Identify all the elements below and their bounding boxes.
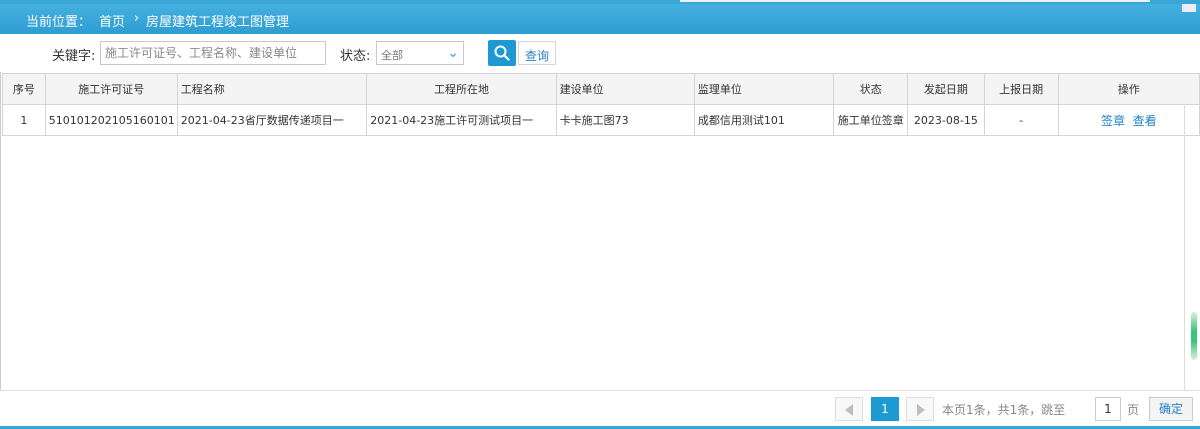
cell-location: 2021-04-23施工许可测试项目一 xyxy=(366,104,557,136)
table-row[interactable]: 1 510101202105160101 2021-04-23省厅数据传递项目一… xyxy=(2,104,1200,136)
breadcrumb-separator-icon: › xyxy=(134,11,140,26)
cell-permit-no: 510101202105160101 xyxy=(44,104,178,136)
cell-index: 1 xyxy=(2,104,46,136)
current-page-button[interactable]: 1 xyxy=(871,397,899,421)
column-header-index: 序号 xyxy=(2,73,46,105)
cell-start-date: 2023-08-15 xyxy=(907,104,985,136)
table-header-row: 序号 施工许可证号 工程名称 工程所在地 建设单位 监理单位 状态 发起日期 上… xyxy=(2,73,1200,105)
chevron-left-icon xyxy=(845,404,853,416)
status-select[interactable]: 全部 ⌄ xyxy=(376,41,464,65)
status-label: 状态: xyxy=(340,49,371,64)
pager-info: 本页1条，共1条，跳至 xyxy=(942,403,1066,417)
status-select-value: 全部 xyxy=(381,49,403,62)
cell-status: 施工单位签章 xyxy=(833,104,909,136)
page-unit-label: 页 xyxy=(1127,403,1140,417)
column-header-actions: 操作 xyxy=(1057,73,1200,105)
query-button[interactable]: 查询 xyxy=(518,41,557,65)
column-header-start-date: 发起日期 xyxy=(907,73,985,105)
column-header-project-name: 工程名称 xyxy=(176,73,368,105)
column-header-location: 工程所在地 xyxy=(366,73,557,105)
pager-divider xyxy=(0,390,1200,391)
breadcrumb-home-link[interactable]: 首页 xyxy=(99,11,125,30)
cell-supervisor: 成都信用测试101 xyxy=(693,104,835,136)
prev-page-button[interactable] xyxy=(835,397,863,421)
next-page-button[interactable] xyxy=(906,397,934,421)
chevron-right-icon xyxy=(917,404,925,416)
search-bar: 关键字: 施工许可证号、工程名称、建设单位 状态: 全部 ⌄ 查询 xyxy=(0,34,1200,72)
jump-page-input[interactable]: 1 xyxy=(1095,397,1121,421)
breadcrumb-location-label: 当前位置： xyxy=(26,15,92,30)
keyword-label: 关键字: xyxy=(52,49,96,64)
sign-link[interactable]: 签章 xyxy=(1101,114,1125,128)
cell-actions: 签章 查看 xyxy=(1057,104,1200,136)
column-header-status: 状态 xyxy=(833,73,909,105)
cell-report-date: - xyxy=(983,104,1059,136)
scroll-up-button[interactable] xyxy=(1182,4,1196,12)
cell-builder: 卡卡施工图73 xyxy=(555,104,695,136)
chevron-down-icon: ⌄ xyxy=(447,45,459,61)
scrollbar-thumb[interactable] xyxy=(1191,312,1197,360)
confirm-button[interactable]: 确定 xyxy=(1149,397,1193,421)
column-header-builder: 建设单位 xyxy=(555,73,695,105)
column-header-permit-no: 施工许可证号 xyxy=(44,73,178,105)
breadcrumb: 当前位置： 首页 › 房屋建筑工程竣工图管理 xyxy=(0,4,1200,34)
column-header-report-date: 上报日期 xyxy=(983,73,1059,105)
cell-project-name: 2021-04-23省厅数据传递项目一 xyxy=(176,104,368,136)
data-table: 序号 施工许可证号 工程名称 工程所在地 建设单位 监理单位 状态 发起日期 上… xyxy=(2,73,1200,136)
table-right-border xyxy=(1184,104,1185,390)
breadcrumb-current: 房屋建筑工程竣工图管理 xyxy=(146,15,290,30)
search-icon xyxy=(494,45,510,61)
column-header-supervisor: 监理单位 xyxy=(693,73,835,105)
view-link[interactable]: 查看 xyxy=(1133,114,1157,128)
search-button[interactable] xyxy=(488,40,516,66)
keyword-input[interactable]: 施工许可证号、工程名称、建设单位 xyxy=(100,41,326,65)
